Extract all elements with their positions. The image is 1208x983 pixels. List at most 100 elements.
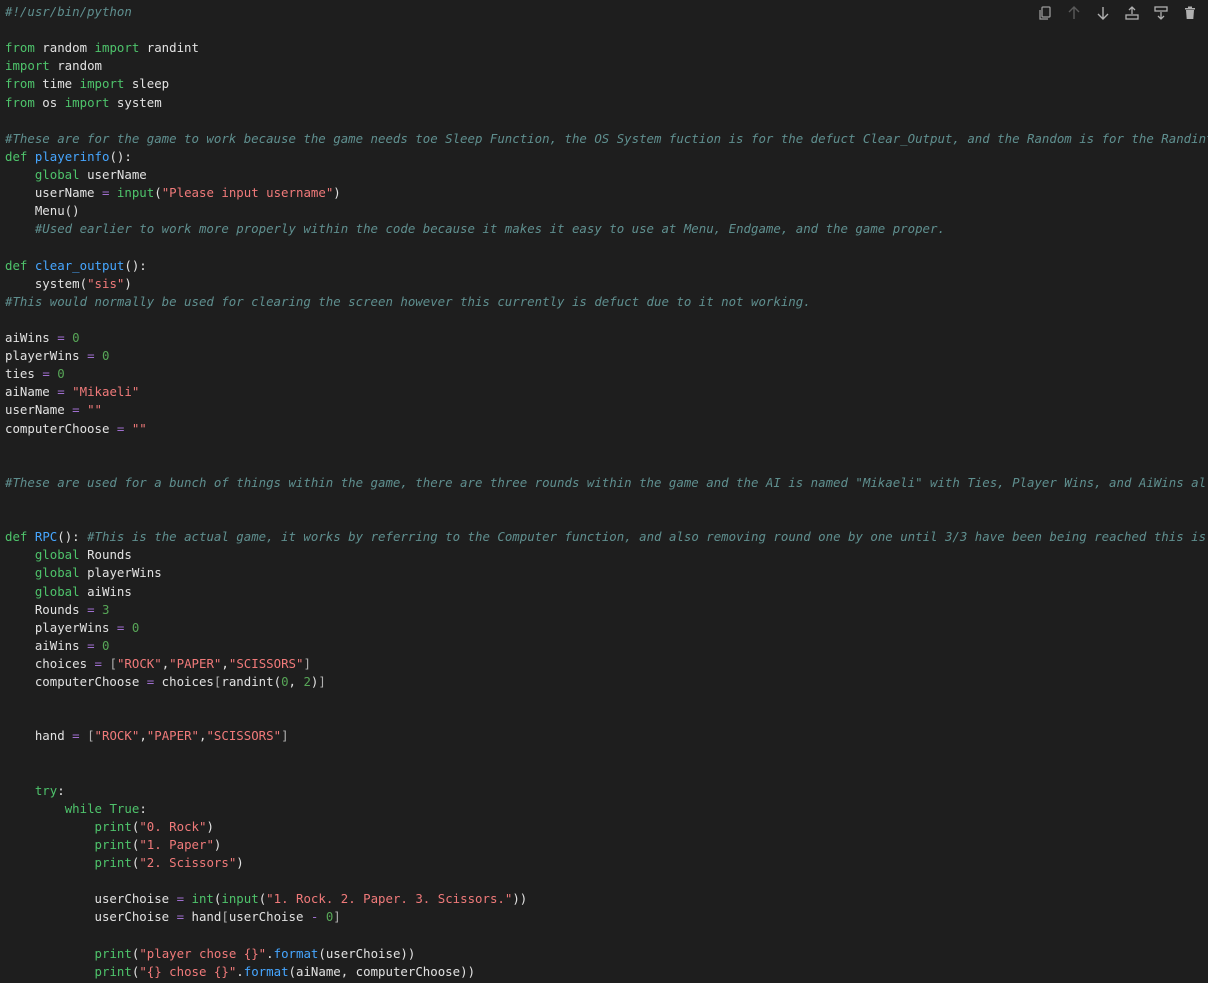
code-token: )): [512, 891, 528, 907]
code-line: try:: [5, 782, 1208, 800]
code-line: Rounds = 3: [5, 601, 1208, 619]
code-token: 2: [303, 674, 311, 690]
code-line: print("2. Scissors"): [5, 854, 1208, 872]
code-token: random: [49, 58, 102, 74]
code-token: hand: [184, 909, 222, 925]
code-line: def RPC(): #This is the actual game, it …: [5, 528, 1208, 546]
code-token: computerChoose: [5, 420, 117, 436]
code-line: Menu(): [5, 202, 1208, 220]
code-token: #These are for the game to work because …: [5, 130, 1208, 146]
code-line: aiWins = 0: [5, 329, 1208, 347]
code-token: aiWins: [79, 583, 132, 599]
code-token: ,: [139, 728, 147, 744]
code-token: import: [79, 76, 125, 92]
code-token: #These are used for a bunch of things wi…: [5, 474, 1208, 490]
code-token: 0: [131, 619, 140, 635]
code-editor[interactable]: #!/usr/bin/python from random import ran…: [5, 3, 1208, 983]
code-token: userName: [79, 166, 147, 182]
code-token: userName: [5, 185, 102, 201]
code-token: 0: [281, 674, 289, 690]
insert-above-button[interactable]: [1122, 4, 1142, 22]
code-token: from: [5, 94, 35, 110]
code-token: print: [94, 945, 132, 961]
code-token: "PAPER": [169, 655, 222, 671]
code-line: global userName: [5, 166, 1208, 184]
copy-icon: [1039, 6, 1051, 20]
code-line: hand = ["ROCK","PAPER","SCISSORS"]: [5, 727, 1208, 745]
code-token: ]: [281, 728, 289, 744]
arrow-down-icon: [1097, 7, 1109, 20]
code-line: aiWins = 0: [5, 637, 1208, 655]
code-token: format: [273, 945, 319, 961]
code-line: #!/usr/bin/python: [5, 3, 1208, 21]
code-token: [: [109, 655, 117, 671]
move-down-button[interactable]: [1093, 4, 1113, 22]
code-token: [: [221, 909, 229, 925]
code-token: ties: [5, 366, 43, 382]
code-line: playerWins = 0: [5, 619, 1208, 637]
code-token: random: [34, 40, 95, 56]
code-token: import: [64, 94, 110, 110]
code-token: global: [34, 565, 80, 581]
code-token: "0. Rock": [139, 818, 207, 834]
code-token: from: [5, 76, 35, 92]
code-line: from time import sleep: [5, 75, 1208, 93]
code-token: "{} chose {}": [139, 963, 237, 979]
code-token: def: [5, 257, 28, 273]
code-token: ():: [57, 529, 88, 545]
code-token: playerinfo: [34, 148, 110, 164]
code-token: def: [5, 148, 28, 164]
delete-button[interactable]: [1180, 4, 1200, 22]
cell-toolbar: [1029, 4, 1200, 22]
code-token: .: [236, 963, 244, 979]
code-token: global: [34, 547, 80, 563]
code-token: [: [87, 728, 95, 744]
code-line: print("0. Rock"): [5, 818, 1208, 836]
code-token: "2. Scissors": [139, 855, 237, 871]
code-token: time: [34, 76, 80, 92]
move-up-button[interactable]: [1064, 4, 1084, 22]
code-line: print("{} chose {}".format(aiName, compu…: [5, 963, 1208, 981]
code-line: from random import randint: [5, 39, 1208, 57]
code-token: userName: [5, 402, 73, 418]
code-token: Rounds: [5, 601, 88, 617]
code-token: #This would normally be used for clearin…: [5, 293, 811, 309]
insert-below-button[interactable]: [1151, 4, 1171, 22]
code-line: #These are for the game to work because …: [5, 130, 1208, 148]
code-token: .: [266, 945, 274, 961]
code-token: clear_output: [34, 257, 125, 273]
code-line: ties = 0: [5, 365, 1208, 383]
code-line: #Used earlier to work more properly with…: [5, 220, 1208, 238]
code-token: =: [72, 402, 80, 418]
code-token: choices: [5, 655, 95, 671]
code-token: 3: [102, 601, 110, 617]
copy-button[interactable]: [1035, 4, 1055, 22]
code-line: playerWins = 0: [5, 347, 1208, 365]
code-token: =: [87, 348, 95, 364]
code-token: aiName: [5, 384, 58, 400]
code-token: "SCISSORS": [228, 655, 304, 671]
code-token: system(: [5, 275, 88, 291]
code-token: format: [243, 963, 289, 979]
code-token: :: [139, 800, 147, 816]
code-token: global: [34, 166, 80, 182]
code-token: from: [5, 40, 35, 56]
code-token: choices: [154, 674, 214, 690]
code-token: ): [206, 818, 214, 834]
